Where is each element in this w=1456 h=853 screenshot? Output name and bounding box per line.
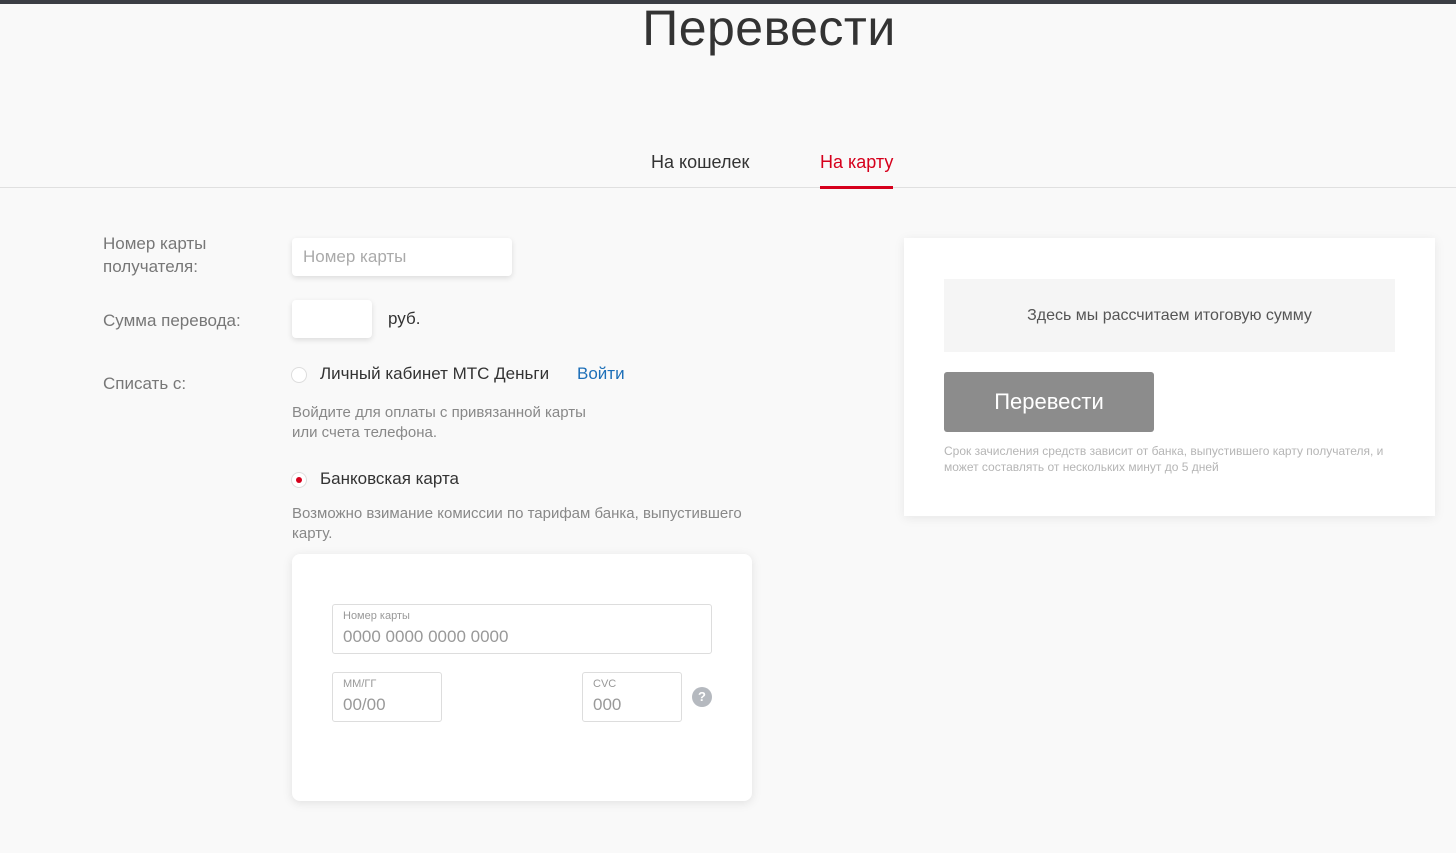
tab-card[interactable]: На карту <box>820 152 894 189</box>
card-cvc-field[interactable]: CVC <box>582 672 682 722</box>
option-mts-wallet-label[interactable]: Личный кабинет МТС Деньги <box>320 364 549 384</box>
card-cvc-input[interactable] <box>593 695 671 715</box>
amount-label: Сумма перевода: <box>103 311 241 330</box>
card-number-label: Номер карты <box>343 610 410 622</box>
card-expiry-label: ММ/ГГ <box>343 678 377 690</box>
transfer-disclaimer: Срок зачисления средств зависит от банка… <box>944 444 1384 474</box>
radio-mts-wallet[interactable] <box>291 367 307 383</box>
card-expiry-field[interactable]: ММ/ГГ <box>332 672 442 722</box>
total-amount-box: Здесь мы рассчитаем итоговую сумму <box>944 279 1395 352</box>
tab-wallet[interactable]: На кошелек <box>651 152 749 188</box>
card-number-field[interactable]: Номер карты <box>332 604 712 654</box>
card-form: Номер карты ММ/ГГ CVC ? <box>292 554 752 801</box>
card-number-input[interactable] <box>343 627 701 647</box>
page-title: Перевести <box>642 0 896 56</box>
recipient-card-label: Номер карты получателя: <box>103 234 207 276</box>
bank-card-hint: Возможно взимание комиссии по тарифам ба… <box>292 505 742 542</box>
summary-panel: Здесь мы рассчитаем итоговую сумму Перев… <box>904 238 1435 516</box>
login-link[interactable]: Войти <box>577 364 625 384</box>
card-expiry-input[interactable] <box>343 695 431 715</box>
amount-input[interactable] <box>292 300 372 338</box>
tabs: На кошелек На карту <box>0 148 1456 189</box>
mts-wallet-hint: Войдите для оплаты с привязанной карты и… <box>292 404 586 441</box>
transfer-button[interactable]: Перевести <box>944 372 1154 432</box>
source-label: Списать с: <box>103 374 187 393</box>
radio-bank-card[interactable] <box>291 472 307 488</box>
recipient-card-input[interactable] <box>292 238 512 276</box>
cvc-help-icon[interactable]: ? <box>692 687 712 707</box>
card-cvc-label: CVC <box>593 678 617 690</box>
currency-label: руб. <box>388 309 421 328</box>
option-bank-card-label[interactable]: Банковская карта <box>320 469 459 489</box>
